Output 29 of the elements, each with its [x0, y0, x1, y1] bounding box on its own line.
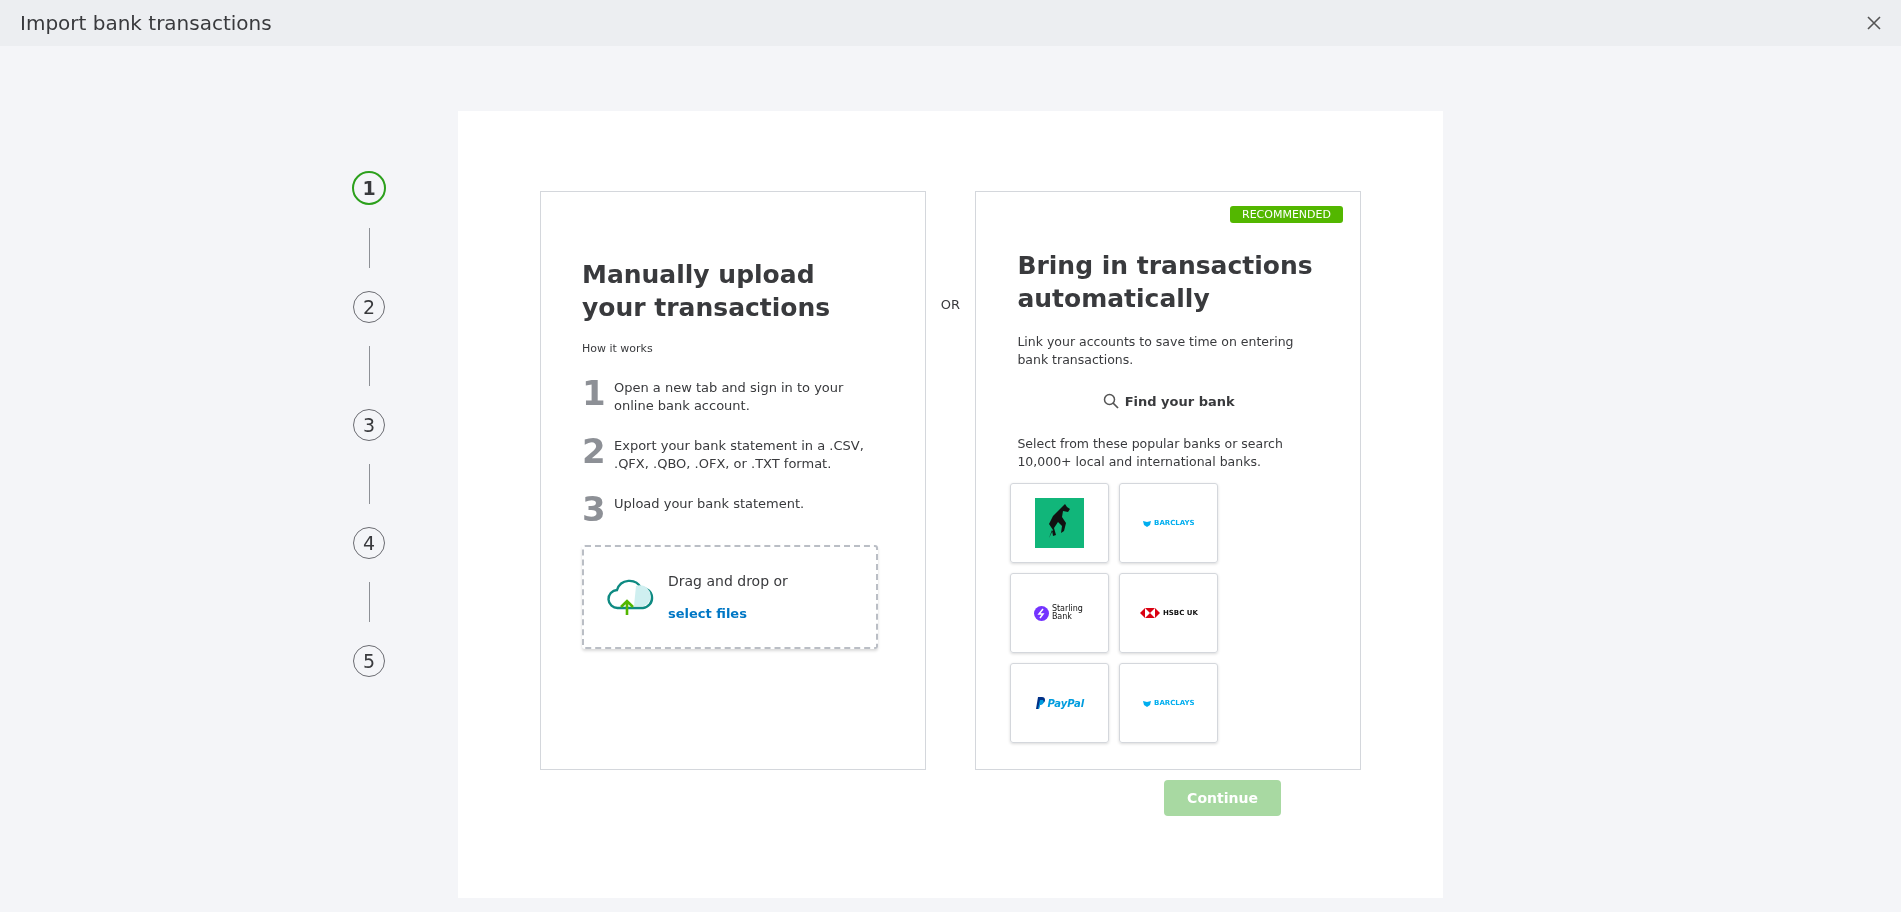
step-number[interactable]: 1: [352, 171, 386, 205]
bank-logo-text: Starling Bank: [1051, 605, 1084, 621]
window-title: Import bank transactions: [20, 11, 272, 35]
drop-zone[interactable]: Drag and drop or select files: [582, 545, 878, 649]
step-number: 1: [582, 375, 607, 411]
bank-tile[interactable]: Starling Bank: [1010, 573, 1110, 653]
section-label: How it works: [582, 342, 654, 355]
step-number: 3: [582, 491, 607, 527]
hexagon-logo-icon: [1139, 608, 1160, 618]
or-label: OR: [939, 297, 962, 312]
select-files-link[interactable]: select files: [668, 605, 747, 621]
card-title: Manually upload your transactions: [582, 259, 832, 324]
starling-logo-icon: [1033, 605, 1049, 621]
close-icon[interactable]: [1867, 16, 1881, 30]
step-number: 2: [582, 433, 607, 469]
card-title: Bring in transactions automatically: [1017, 250, 1314, 315]
paypal-logo-icon: [1035, 697, 1045, 709]
step-text: Open a new tab and sign in to your online bank account.: [614, 379, 845, 415]
bank-logo-text: PayPal: [1047, 697, 1085, 709]
bank-tile[interactable]: [1010, 483, 1110, 563]
step-text: Upload your bank statement.: [614, 495, 806, 513]
drop-instruction: Drag and drop or select files: [668, 571, 789, 623]
recommended-badge: RECOMMENDED: [1230, 206, 1343, 223]
cloud-upload-icon: [606, 577, 654, 617]
description-text: Link your accounts to save time on entering bank transactions.: [1017, 333, 1295, 369]
step-text: Export your bank statement in a .CSV, .QFX, .QBO, .OFX, or .TXT format.: [614, 437, 864, 473]
search-icon: [1102, 393, 1119, 409]
find-bank-button[interactable]: Find your bank: [1098, 389, 1239, 413]
hint-text: Select from these popular banks or search 10,000+ local and international banks.: [1017, 435, 1284, 471]
